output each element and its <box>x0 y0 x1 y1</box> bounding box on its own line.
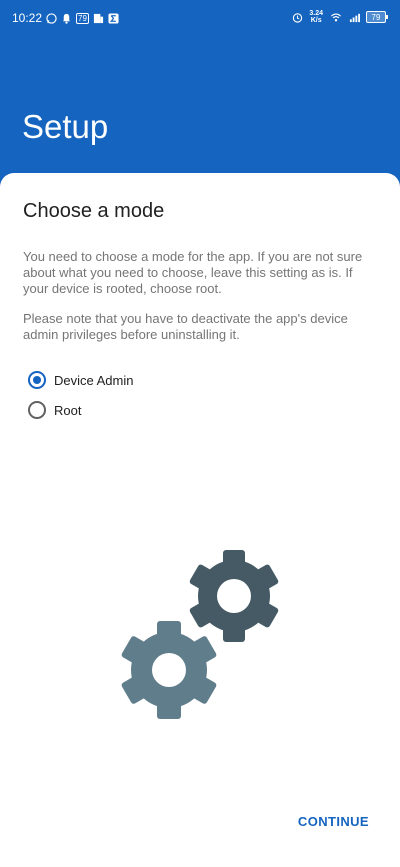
gears-icon <box>121 550 279 719</box>
status-left: 10:22 79 <box>12 11 119 25</box>
status-right: 3.24 K/s 79 <box>292 10 388 24</box>
continue-button[interactable]: CONTINUE <box>298 814 369 829</box>
whatsapp-icon <box>46 12 57 24</box>
radio-button-root[interactable] <box>28 401 46 419</box>
notification-bell-icon <box>62 13 71 24</box>
page-title: Setup <box>22 108 109 145</box>
alarm-icon <box>293 12 303 23</box>
status-bar: 10:22 79 3.24 K/s 79 <box>0 0 400 36</box>
uninstall-note: Please note that you have to deactivate … <box>23 311 348 342</box>
status-time: 10:22 <box>12 11 43 25</box>
gear-dark-icon <box>189 550 279 642</box>
net-speed-unit: K/s <box>310 17 322 24</box>
signal-icon <box>349 13 360 22</box>
net-speed-value: 3.24 <box>309 10 323 17</box>
sigma-app-icon <box>108 12 119 24</box>
radio-option-root[interactable]: Root <box>28 401 81 419</box>
sim-icon <box>93 13 104 23</box>
battery-icon: 79 <box>366 11 388 23</box>
radio-label-device-admin: Device Admin <box>54 372 134 388</box>
mode-description: You need to choose a mode for the app. I… <box>23 249 363 296</box>
net-speed: 3.24 K/s <box>309 10 323 24</box>
radio-label-root: Root <box>54 402 82 418</box>
wifi-icon <box>330 12 342 21</box>
gear-light-icon <box>121 621 217 719</box>
badge-icon: 79 <box>76 12 89 24</box>
card-title: Choose a mode <box>23 200 165 222</box>
radio-button-device-admin[interactable] <box>28 371 46 389</box>
setup-card: Choose a mode You need to choose a mode … <box>0 173 400 867</box>
radio-option-device-admin[interactable]: Device Admin <box>28 371 133 389</box>
